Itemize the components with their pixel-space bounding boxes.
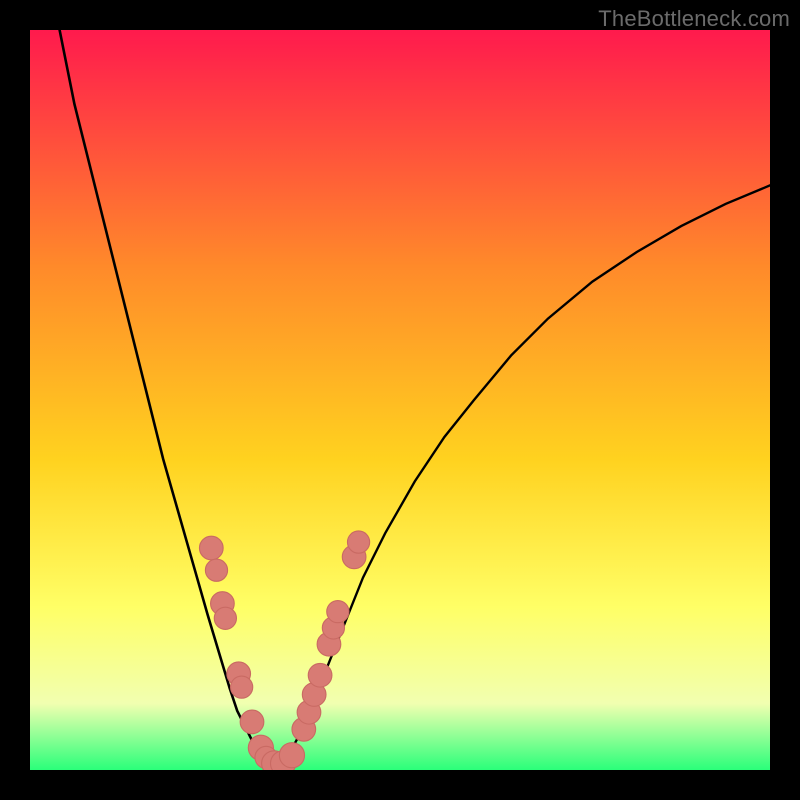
watermark-text: TheBottleneck.com bbox=[598, 6, 790, 32]
plot-area bbox=[30, 30, 770, 770]
marker-point bbox=[347, 531, 369, 553]
right-curve bbox=[274, 185, 770, 767]
curves-layer bbox=[30, 30, 770, 770]
marker-point bbox=[199, 536, 223, 560]
marker-point bbox=[231, 676, 253, 698]
marker-point bbox=[279, 743, 304, 768]
marker-point bbox=[214, 607, 236, 629]
marker-point bbox=[240, 710, 264, 734]
marker-point bbox=[308, 663, 332, 687]
marker-point bbox=[327, 601, 349, 623]
chart-frame: TheBottleneck.com bbox=[0, 0, 800, 800]
marker-point bbox=[205, 559, 227, 581]
left-curve bbox=[60, 30, 275, 767]
highlighted-points bbox=[199, 531, 369, 770]
